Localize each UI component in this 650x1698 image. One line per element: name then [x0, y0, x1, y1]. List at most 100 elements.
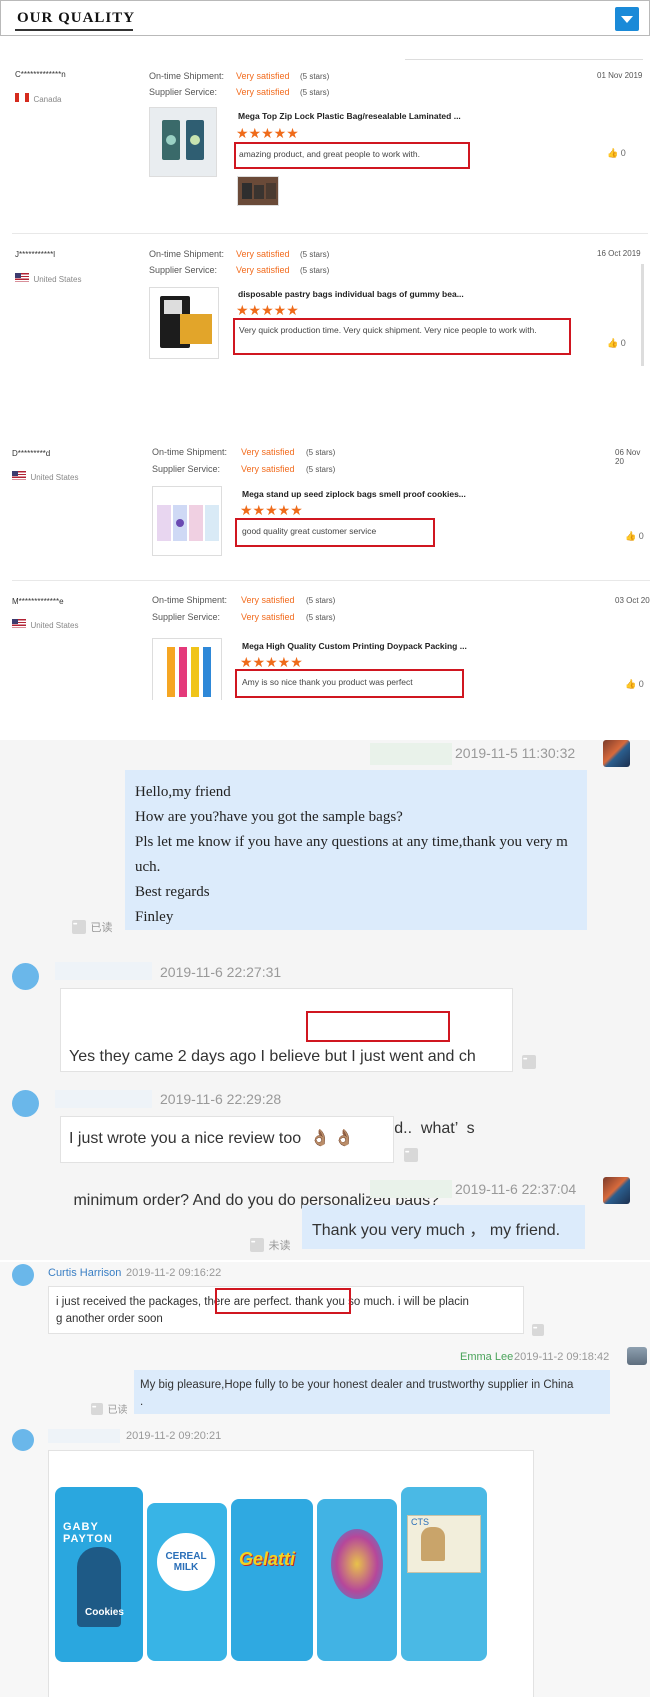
message-text: I just wrote you a nice review too 👌🏽 👌🏽	[69, 1130, 355, 1147]
star-rating: ★★★★★	[236, 125, 299, 141]
section-title: OUR QUALITY	[17, 10, 136, 26]
avatar[interactable]	[12, 1090, 39, 1117]
blurred-name	[48, 1429, 120, 1443]
dropdown-toggle-icon[interactable]	[615, 7, 639, 31]
blurred-name	[55, 1090, 152, 1108]
shipment-label: On-time Shipment:	[152, 595, 228, 605]
reviewer-name: M*************e	[12, 597, 64, 606]
review-comment: good quality great customer service	[242, 526, 377, 536]
product-title[interactable]: disposable pastry bags individual bags o…	[238, 289, 464, 299]
like-button[interactable]: 👍 0	[625, 679, 644, 690]
review-comment: Amy is so nice thank you product was per…	[242, 677, 413, 687]
scrollbar[interactable]	[641, 264, 644, 366]
review-date: 01 Nov 2019	[597, 71, 643, 80]
service-stars: (5 stars)	[300, 266, 330, 275]
like-button[interactable]: 👍 0	[607, 338, 626, 349]
shipment-label: On-time Shipment:	[149, 249, 225, 259]
review-card: C*************n Canada On-time Shipment:…	[0, 62, 650, 232]
shipment-rating: Very satisfied	[241, 595, 295, 605]
service-rating: Very satisfied	[241, 612, 295, 622]
us-flag-icon	[12, 471, 26, 481]
service-stars: (5 stars)	[306, 465, 336, 474]
star-rating: ★★★★★	[236, 302, 299, 318]
chat-window: Curtis Harrison 2019-11-2 09:16:22 i jus…	[0, 1262, 650, 1698]
product-thumbnail[interactable]	[152, 638, 222, 700]
review-card: D*********d United States On-time Shipme…	[0, 435, 650, 585]
message-timestamp: 2019-11-5 11:30:32	[455, 745, 576, 761]
more-icon[interactable]	[72, 919, 86, 934]
image-message[interactable]: GABY PAYTON Cookies CEREAL MILK Gelatti …	[48, 1450, 534, 1698]
message-timestamp: 2019-11-6 22:27:31	[160, 964, 282, 980]
shipment-rating: Very satisfied	[236, 71, 290, 81]
avatar[interactable]	[603, 1177, 630, 1204]
product-bag: CTS	[401, 1487, 487, 1661]
avatar[interactable]	[12, 1264, 34, 1286]
service-rating: Very satisfied	[241, 464, 295, 474]
avatar[interactable]	[12, 963, 39, 990]
product-title[interactable]: Mega High Quality Custom Printing Doypac…	[242, 641, 467, 651]
more-icon[interactable]	[532, 1321, 544, 1339]
message-text: Hello,my friend How are you?have you got…	[135, 784, 568, 925]
highlight-box	[215, 1288, 351, 1314]
message-bubble: Thank you very much ， my friend.	[302, 1205, 585, 1249]
message-timestamp: 2019-11-2 09:18:42	[514, 1351, 610, 1363]
read-status: 未读	[250, 1236, 290, 1254]
reviewer-name: C*************n	[15, 70, 66, 79]
message-text: Thank you very much ， my friend.	[312, 1222, 561, 1239]
service-label: Supplier Service:	[149, 87, 218, 97]
message-timestamp: 2019-11-6 22:29:28	[160, 1091, 282, 1107]
like-button[interactable]: 👍 0	[625, 531, 644, 542]
product-bag: GABY PAYTON Cookies	[55, 1487, 143, 1662]
blurred-name	[370, 743, 452, 765]
message-text: My big pleasure,Hope fully to be your ho…	[140, 1379, 574, 1408]
message-bubble: Hello,my friend How are you?have you got…	[125, 770, 587, 930]
review-photo[interactable]	[237, 176, 279, 206]
message-timestamp: 2019-11-6 22:37:04	[455, 1181, 577, 1197]
sender-name: Curtis Harrison	[48, 1267, 122, 1279]
shipment-stars: (5 stars)	[306, 596, 336, 605]
service-label: Supplier Service:	[152, 464, 221, 474]
review-card: J***********l United States On-time Ship…	[0, 240, 650, 370]
avatar[interactable]	[12, 1429, 34, 1451]
message-timestamp: 2019-11-2 09:20:21	[126, 1430, 222, 1442]
highlight-box	[306, 1011, 450, 1042]
like-button[interactable]: 👍 0	[607, 148, 626, 159]
product-bag	[317, 1499, 397, 1661]
read-status: 已读	[91, 1400, 127, 1418]
product-photo[interactable]: GABY PAYTON Cookies CEREAL MILK Gelatti …	[55, 1485, 529, 1698]
product-thumbnail[interactable]	[149, 107, 217, 177]
us-flag-icon	[12, 619, 26, 629]
more-icon[interactable]	[250, 1237, 264, 1252]
message-bubble: My big pleasure,Hope fully to be your ho…	[134, 1370, 610, 1414]
service-label: Supplier Service:	[152, 612, 221, 622]
reviewer-country: United States	[12, 467, 78, 485]
reviewer-country: Canada	[15, 89, 61, 107]
us-flag-icon	[15, 273, 29, 283]
title-underline	[15, 29, 133, 31]
shipment-rating: Very satisfied	[241, 447, 295, 457]
review-card: M*************e United States On-time Sh…	[0, 585, 650, 705]
reviewer-name: J***********l	[15, 250, 56, 259]
reviewer-country: United States	[15, 269, 81, 287]
service-stars: (5 stars)	[306, 613, 336, 622]
product-title[interactable]: Mega stand up seed ziplock bags smell pr…	[242, 489, 466, 499]
service-label: Supplier Service:	[149, 265, 218, 275]
canada-flag-icon	[15, 93, 29, 103]
read-status: 已读	[72, 918, 112, 936]
reviewer-country: United States	[12, 615, 78, 633]
more-icon[interactable]	[91, 1402, 103, 1415]
product-title[interactable]: Mega Top Zip Lock Plastic Bag/resealable…	[238, 111, 461, 121]
product-thumbnail[interactable]	[152, 486, 222, 556]
service-rating: Very satisfied	[236, 87, 290, 97]
product-thumbnail[interactable]	[149, 287, 219, 359]
more-icon[interactable]	[522, 1053, 536, 1071]
service-rating: Very satisfied	[236, 265, 290, 275]
avatar[interactable]	[603, 740, 630, 767]
shipment-stars: (5 stars)	[300, 72, 330, 81]
section-header: OUR QUALITY	[0, 0, 650, 36]
avatar[interactable]	[627, 1347, 647, 1365]
shipment-stars: (5 stars)	[306, 448, 336, 457]
review-comment: amazing product, and great people to wor…	[239, 149, 420, 159]
more-icon[interactable]	[404, 1146, 418, 1164]
shipment-rating: Very satisfied	[236, 249, 290, 259]
